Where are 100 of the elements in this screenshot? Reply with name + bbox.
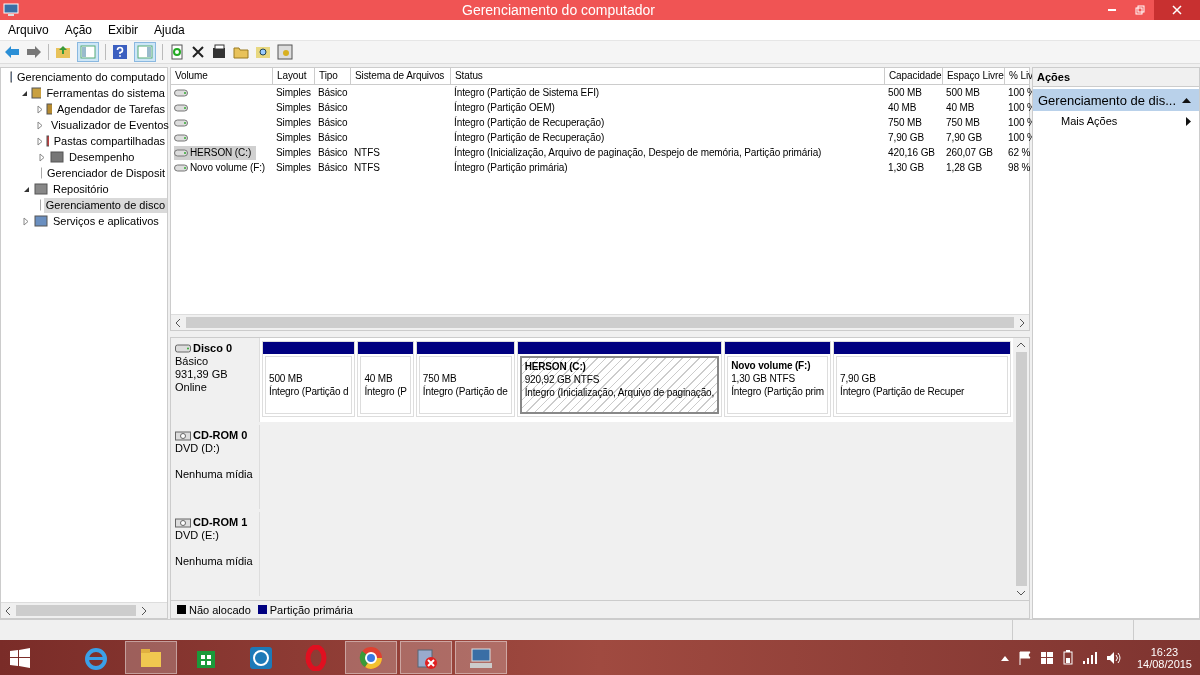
column-header[interactable]: Tipo — [315, 68, 351, 84]
tree-item[interactable]: Gerenciamento de disco — [43, 197, 167, 213]
partition-block[interactable]: 500 MB Íntegro (Partição d — [262, 341, 356, 417]
table-cell: Íntegro (Partição de Recuperação) — [454, 130, 605, 145]
partition-block[interactable]: HERSON (C:) 920,92 GB NTFS Íntegro (Inicialização, Arquivo de paginação, — [516, 341, 723, 417]
column-header[interactable]: Status — [451, 68, 885, 84]
drive-icon — [174, 133, 188, 142]
back-arrow-icon[interactable] — [4, 45, 20, 59]
legend-label: Não alocado — [189, 603, 251, 616]
tree-item[interactable]: Pastas compartilhadas — [51, 133, 167, 149]
collapse-arrow-icon[interactable] — [1182, 97, 1191, 103]
tree-item[interactable]: Repositório — [51, 181, 111, 197]
partition-detail: Íntegro (Partição de — [422, 385, 508, 398]
legend-label: Partição primária — [269, 603, 353, 616]
collapsed-arrow-icon[interactable] — [37, 136, 43, 146]
tree-item[interactable]: Gerenciador de Disposit — [45, 165, 167, 181]
disk-detail: DVD (D:) — [175, 442, 221, 455]
collapsed-arrow-icon[interactable] — [23, 216, 29, 226]
table-cell-text: NTFS — [354, 146, 380, 160]
windows-logo-icon[interactable] — [1040, 651, 1053, 664]
column-header[interactable]: Espaço Livre — [943, 68, 1005, 84]
flag-icon[interactable] — [1018, 650, 1031, 665]
properties-icon[interactable] — [211, 44, 227, 60]
partition-block[interactable]: Novo volume (F:) 1,30 GB NTFS Íntegro (Partição prim — [724, 341, 832, 417]
menu-item[interactable]: Exibir — [100, 23, 147, 37]
menu-item[interactable]: Ajuda — [146, 23, 193, 37]
taskbar-button[interactable] — [345, 641, 397, 674]
collapsed-arrow-icon[interactable] — [37, 120, 43, 130]
partition-block[interactable]: 750 MB Íntegro (Partição de — [415, 341, 515, 417]
partition-block[interactable]: 7,90 GB Íntegro (Partição de Recuper — [833, 341, 1011, 417]
partition-block[interactable]: 40 MB Íntegro (P — [357, 341, 414, 417]
folder-up-icon[interactable] — [55, 44, 71, 60]
disk-name: Disco 0 — [193, 342, 233, 354]
partition-header-bar — [358, 342, 413, 354]
show-hidden-icons-icon[interactable] — [1000, 654, 1009, 661]
speaker-icon[interactable] — [1106, 651, 1121, 664]
partition-title: HERSON (C:) — [524, 360, 587, 373]
table-cell-text: 40 MB — [888, 101, 917, 115]
column-header[interactable]: Capacidade — [885, 68, 943, 84]
menu-item[interactable]: Arquivo — [0, 23, 57, 37]
window-title: Gerenciamento do computador — [461, 2, 656, 18]
scroll-left-icon[interactable] — [174, 317, 182, 328]
tree-item[interactable]: Gerenciamento do computado — [15, 69, 167, 85]
magnifier-icon[interactable] — [255, 44, 271, 60]
close-button[interactable] — [1154, 0, 1200, 20]
windows-logo-icon[interactable] — [10, 647, 30, 668]
table-cell-text: Simples — [276, 161, 311, 175]
forward-arrow-icon[interactable] — [26, 45, 42, 59]
disk-detail: 931,39 GB — [175, 368, 229, 381]
battery-icon[interactable] — [1062, 650, 1073, 665]
clock-time[interactable]: 16:23 — [1150, 645, 1179, 658]
chrome-icon — [358, 644, 384, 671]
tree-item[interactable]: Visualizador de Eventos — [49, 117, 171, 133]
table-cell-text: 420,16 GB — [888, 146, 935, 160]
table-cell-text: 260,07 GB — [946, 146, 993, 160]
column-header[interactable]: Sistema de Arquivos — [351, 68, 451, 84]
signal-icon[interactable] — [1082, 651, 1097, 664]
partition-detail: 500 MB — [269, 372, 304, 385]
scroll-down-icon[interactable] — [1016, 589, 1026, 597]
open-folder-icon[interactable] — [233, 44, 249, 60]
table-cell: Íntegro (Inicialização, Arquivo de paginação, Despejo de memória, Partição primária) — [454, 145, 822, 160]
disk-name: CD-ROM 1 — [193, 516, 248, 528]
volume-cell[interactable]: Novo volume (F:) — [174, 160, 271, 175]
collapsed-arrow-icon[interactable] — [39, 152, 45, 162]
refresh-icon[interactable] — [169, 44, 185, 60]
settings-icon[interactable] — [277, 44, 293, 60]
panel-icon[interactable] — [134, 42, 156, 62]
volume-cell[interactable]: HERSON (C:) — [174, 145, 257, 160]
partition-detail: Íntegro (Partição de Recuper — [840, 385, 966, 398]
actions-section[interactable]: Gerenciamento de dis... — [1033, 89, 1199, 111]
column-header[interactable]: Volume — [171, 68, 273, 84]
collapsed-arrow-icon[interactable] — [37, 104, 43, 114]
scrollbar-thumb[interactable] — [16, 605, 136, 616]
clock-date[interactable]: 14/08/2015 — [1136, 657, 1192, 670]
optical-drive-icon — [175, 516, 191, 528]
tree-item[interactable]: Serviços e aplicativos — [51, 213, 161, 229]
panel-icon[interactable] — [77, 42, 99, 62]
table-cell-text: Básico — [318, 131, 348, 145]
tree-item[interactable]: Desempenho — [67, 149, 137, 165]
scroll-right-icon[interactable] — [140, 605, 148, 616]
delete-icon[interactable] — [191, 45, 205, 59]
scrollbar-thumb[interactable] — [1015, 352, 1027, 586]
partition-detail: Íntegro (Partição d — [269, 385, 349, 398]
table-cell: Íntegro (Partição OEM) — [454, 100, 555, 115]
expanded-arrow-icon[interactable] — [22, 185, 30, 193]
column-header[interactable]: Layout — [273, 68, 315, 84]
action-link[interactable]: Mais Ações — [1033, 111, 1199, 131]
scroll-right-icon[interactable] — [1018, 317, 1026, 328]
optical-drive-icon — [175, 429, 191, 441]
scroll-left-icon[interactable] — [4, 605, 12, 616]
tree-item[interactable]: Agendador de Tarefas — [54, 101, 167, 117]
drive-icon — [175, 343, 191, 353]
menu-item[interactable]: Ação — [56, 23, 101, 37]
help-icon[interactable] — [112, 44, 128, 60]
partition-detail: 750 MB — [422, 372, 458, 385]
table-cell-text: 750 MB — [888, 116, 922, 130]
tree-item[interactable]: Ferramentas do sistema — [44, 85, 167, 101]
scrollbar-thumb[interactable] — [186, 317, 1014, 328]
expanded-arrow-icon[interactable] — [21, 89, 29, 97]
scroll-up-icon[interactable] — [1016, 341, 1026, 349]
